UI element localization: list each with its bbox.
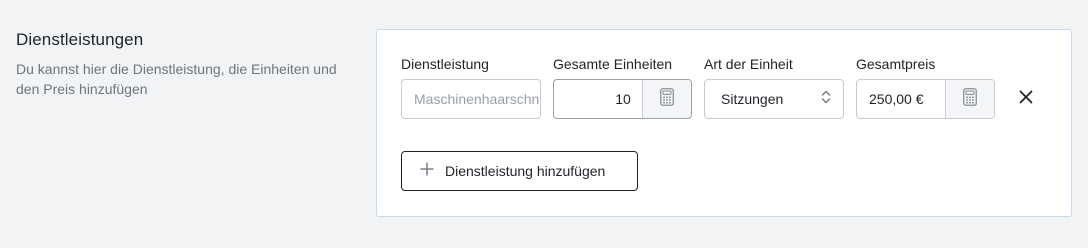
unit-type-label: Art der Einheit: [704, 56, 793, 72]
section-title: Dienstleistungen: [16, 30, 144, 49]
total-price-field[interactable]: 250,00 €: [856, 79, 995, 119]
total-units-label: Gesamte Einheiten: [553, 56, 673, 72]
total-units-input[interactable]: 10: [554, 91, 642, 107]
calculator-icon: [962, 87, 977, 111]
service-input[interactable]: Maschinenhaarschnitt: [401, 79, 541, 119]
chevron-up-down-icon: [821, 89, 831, 110]
total-price-input[interactable]: 250,00 €: [857, 91, 945, 107]
section-intro: Dienstleistungen Du kannst hier die Dien…: [16, 30, 346, 99]
service-input-placeholder: Maschinenhaarschnitt: [414, 91, 541, 107]
section-description: Du kannst hier die Dienstleistung, die E…: [16, 61, 337, 97]
unit-type-select[interactable]: Sitzungen: [704, 79, 844, 119]
services-section: Dienstleistungen Du kannst hier die Dien…: [0, 0, 1088, 248]
service-label: Dienstleistung: [401, 56, 489, 72]
total-units-field[interactable]: 10: [553, 79, 692, 119]
add-service-label: Dienstleistung hinzufügen: [445, 163, 606, 179]
remove-service-button[interactable]: [1015, 88, 1037, 110]
close-icon: [1019, 90, 1033, 109]
plus-icon: [420, 161, 434, 181]
units-calculator-button[interactable]: [641, 80, 691, 118]
unit-type-value: Sitzungen: [721, 91, 784, 107]
add-service-button[interactable]: Dienstleistung hinzufügen: [401, 151, 638, 191]
total-price-label: Gesamtpreis: [856, 56, 936, 72]
calculator-icon: [659, 87, 674, 111]
price-calculator-button[interactable]: [944, 80, 994, 118]
services-card: Dienstleistung Gesamte Einheiten Art der…: [376, 29, 1072, 217]
